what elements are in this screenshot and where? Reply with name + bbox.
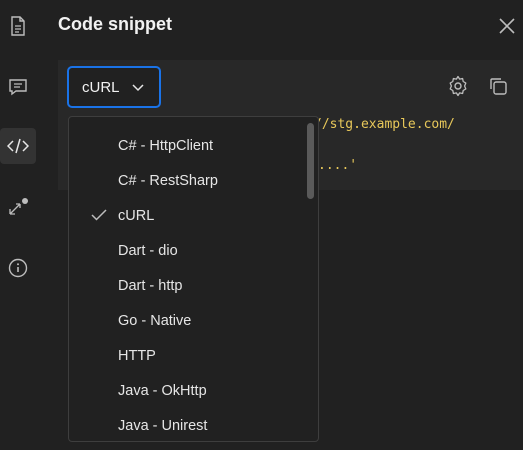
- code-line: ....': [318, 158, 358, 173]
- copy-icon: [488, 76, 508, 101]
- dropdown-option-label: cURL: [118, 207, 155, 224]
- dropdown-option-label: Java - Unirest: [118, 417, 208, 434]
- language-select-value: cURL: [82, 78, 120, 96]
- chevron-down-icon: [131, 79, 144, 96]
- gear-icon: [447, 75, 469, 102]
- comment-icon: [8, 78, 28, 96]
- settings-button[interactable]: [446, 75, 470, 102]
- dropdown-option[interactable]: Go - Native: [69, 303, 309, 338]
- dropdown-option[interactable]: Dart - dio: [69, 233, 309, 268]
- dropdown-option-label: C# - HttpClient: [118, 137, 214, 154]
- dropdown-option[interactable]: C# - HttpClient: [69, 128, 309, 163]
- dropdown-option-label: Dart - dio: [118, 242, 178, 259]
- close-button[interactable]: [497, 16, 517, 36]
- info-button[interactable]: [0, 250, 36, 286]
- documentation-button[interactable]: [0, 8, 36, 44]
- comments-button[interactable]: [0, 69, 36, 105]
- dropdown-option-label: Java - OkHttp: [118, 382, 207, 399]
- dropdown-option-label: Go - Native: [118, 312, 192, 329]
- checkmark-icon: [91, 208, 107, 226]
- dropdown-option[interactable]: Java - Unirest: [69, 408, 309, 441]
- dropdown-option[interactable]: cURL: [69, 198, 309, 233]
- dropdown-option-label: C# - RestSharp: [118, 172, 218, 189]
- dropdown-option[interactable]: Java - OkHttp: [69, 373, 309, 408]
- language-select[interactable]: cURL: [67, 66, 161, 108]
- panel-title: Code snippet: [58, 14, 173, 34]
- dropdown-option[interactable]: C# - RestSharp: [69, 163, 309, 198]
- dropdown-option-label: HTTP: [118, 347, 156, 364]
- close-icon: [497, 18, 517, 40]
- code-snippet-button[interactable]: [0, 128, 36, 164]
- dropdown-option-label: Dart - http: [118, 277, 183, 294]
- info-icon: [8, 258, 28, 278]
- dropdown-option[interactable]: Dart - http: [69, 268, 309, 303]
- code-icon: [7, 138, 29, 154]
- related-collections-icon: [6, 196, 30, 218]
- dropdown-option[interactable]: HTTP: [69, 338, 309, 373]
- copy-button[interactable]: [486, 76, 510, 100]
- code-line: //stg.example.com/: [314, 117, 455, 132]
- document-icon: [9, 16, 27, 36]
- left-sidebar: [0, 0, 36, 450]
- language-dropdown-menu[interactable]: C# - HttpClient C# - RestSharp cURL Dart - …: [68, 116, 319, 442]
- related-collections-button[interactable]: [0, 189, 36, 225]
